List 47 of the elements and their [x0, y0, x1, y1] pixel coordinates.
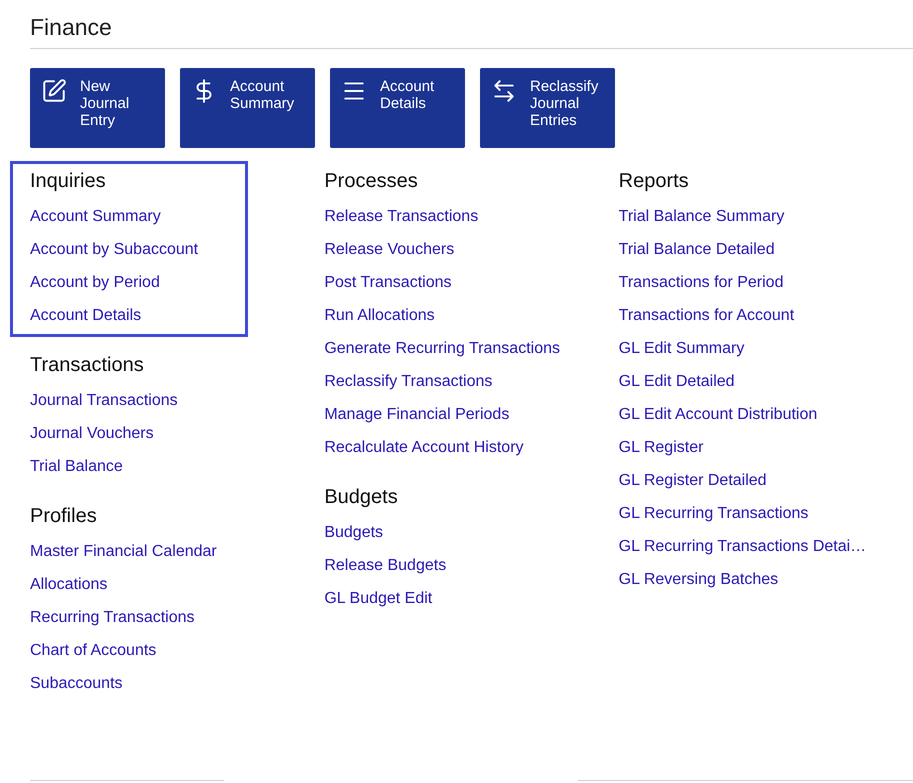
- menu-link[interactable]: Trial Balance Detailed: [618, 240, 775, 260]
- section-heading: Reports: [618, 169, 689, 194]
- menu-link[interactable]: Master Financial Calendar: [30, 542, 217, 562]
- menu-link[interactable]: Release Budgets: [324, 556, 446, 576]
- menu-link[interactable]: Account Summary: [30, 207, 161, 227]
- menu-link[interactable]: GL Edit Account Distribution: [618, 405, 818, 425]
- menu-link[interactable]: Recurring Transactions: [30, 608, 195, 628]
- menu-link[interactable]: GL Recurring Transactions Detai…: [618, 537, 866, 557]
- menu-link[interactable]: Allocations: [30, 575, 108, 595]
- menu-link[interactable]: Subaccounts: [30, 674, 123, 694]
- menu-link[interactable]: Budgets: [324, 523, 384, 543]
- tile-button[interactable]: New Journal Entry: [30, 68, 165, 148]
- menu-link[interactable]: Account by Subaccount: [30, 240, 198, 260]
- section-heading: Inquiries: [30, 169, 106, 194]
- section-heading: Budgets: [324, 485, 398, 510]
- menu-link[interactable]: Transactions for Period: [618, 273, 784, 293]
- menu-link[interactable]: Generate Recurring Transactions: [324, 339, 560, 359]
- tile-button[interactable]: Account Summary: [180, 68, 315, 148]
- menu-link[interactable]: GL Edit Detailed: [618, 372, 735, 392]
- section-heading: Processes: [324, 169, 418, 194]
- menu-link[interactable]: GL Register: [618, 438, 704, 458]
- section-heading: Transactions: [30, 353, 144, 378]
- section-heading: Profiles: [30, 504, 97, 529]
- menu-link[interactable]: Run Allocations: [324, 306, 435, 326]
- menu-link[interactable]: Release Vouchers: [324, 240, 454, 260]
- menu-link[interactable]: Manage Financial Periods: [324, 405, 510, 425]
- menu-link[interactable]: GL Edit Summary: [618, 339, 744, 359]
- menu-link[interactable]: Journal Transactions: [30, 391, 178, 411]
- menu-link[interactable]: Trial Balance Summary: [618, 207, 784, 227]
- tile-button[interactable]: Account Details: [330, 68, 465, 148]
- menu-link[interactable]: Release Transactions: [324, 207, 478, 227]
- tile-button[interactable]: Reclassify Journal Entries: [480, 68, 615, 148]
- menu-link[interactable]: Chart of Accounts: [30, 641, 156, 661]
- menu-link[interactable]: Recalculate Account History: [324, 438, 524, 458]
- menu-link[interactable]: GL Recurring Transactions: [618, 504, 808, 524]
- menu-link[interactable]: Post Transactions: [324, 273, 452, 293]
- menu-link[interactable]: Account Details: [30, 306, 142, 326]
- menu-link[interactable]: Trial Balance: [30, 457, 123, 477]
- edit-icon: [41, 78, 67, 104]
- page-title: Finance: [30, 13, 112, 42]
- menu-link[interactable]: Reclassify Transactions: [324, 372, 492, 392]
- menu-link[interactable]: Account by Period: [30, 273, 160, 293]
- menu-link[interactable]: GL Reversing Batches: [618, 570, 778, 590]
- menu-link[interactable]: Journal Vouchers: [30, 424, 154, 444]
- menu-link[interactable]: GL Register Detailed: [618, 471, 767, 491]
- menu-link[interactable]: Transactions for Account: [618, 306, 794, 326]
- menu-link[interactable]: GL Budget Edit: [324, 589, 432, 609]
